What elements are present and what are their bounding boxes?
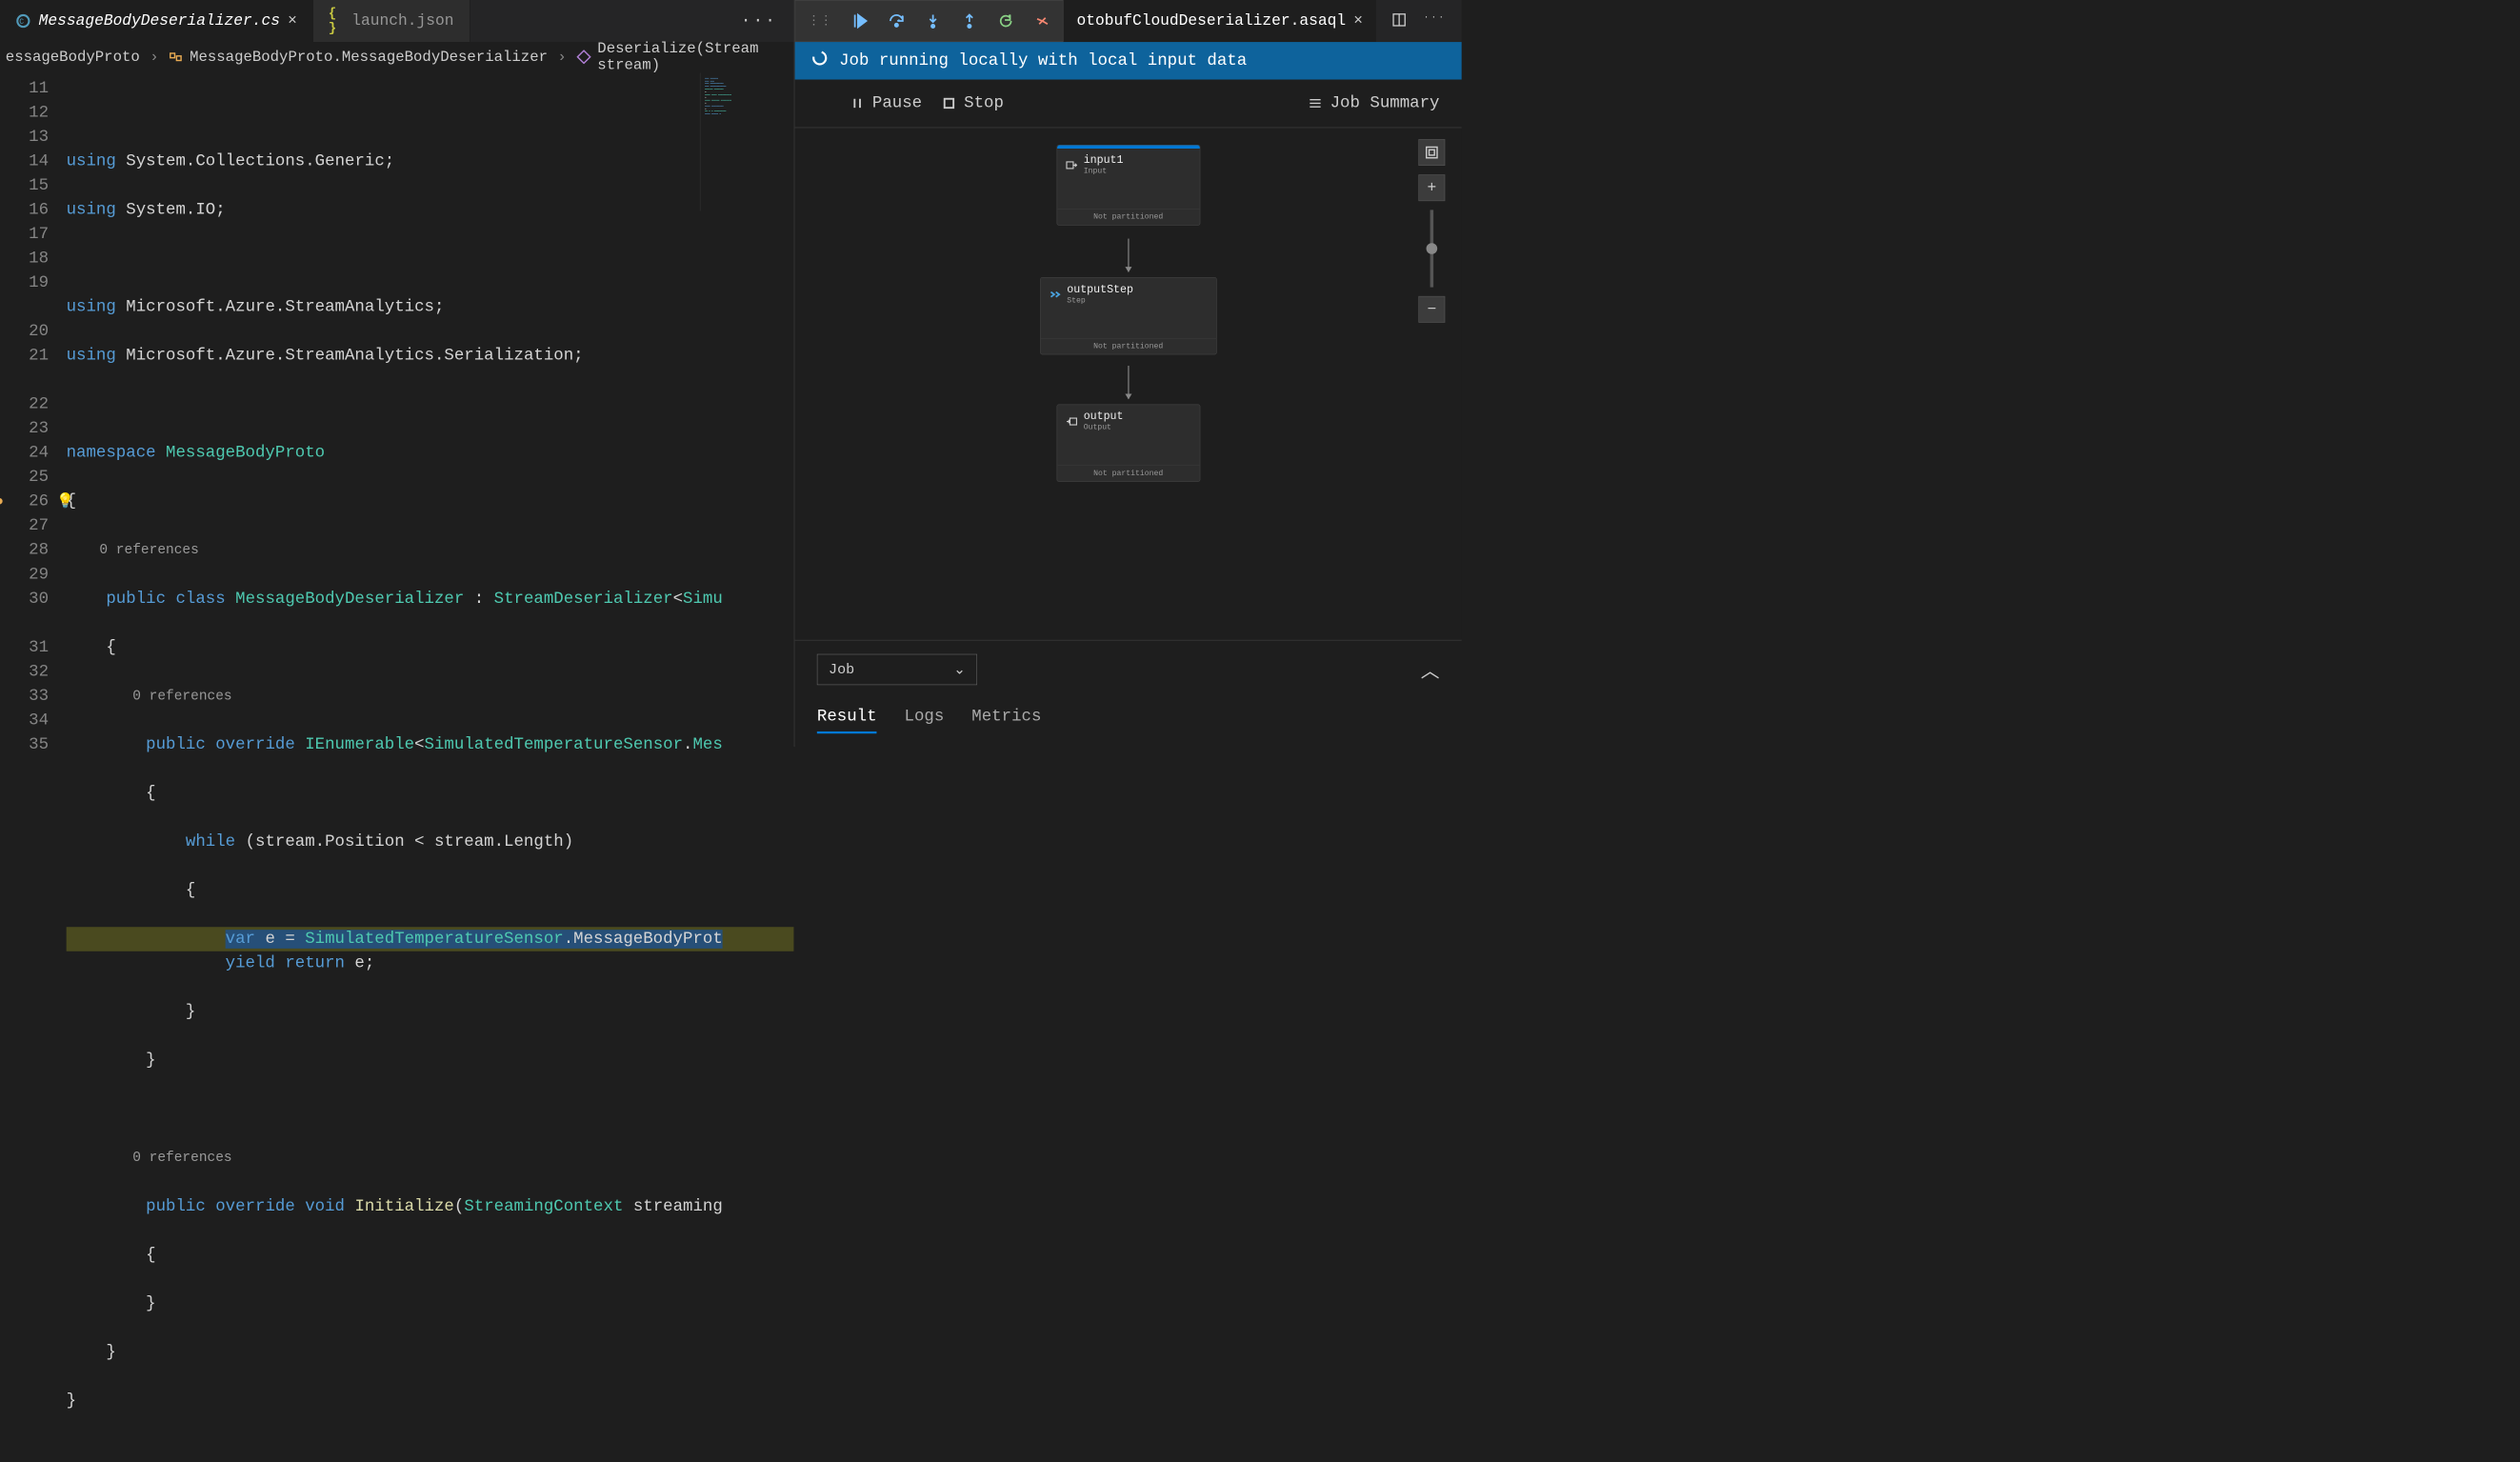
job-summary-button[interactable]: Job Summary [1308, 94, 1439, 113]
tab-launch-json[interactable]: { } launch.json [313, 0, 470, 42]
breadcrumb-segment[interactable]: essageBodyProto [6, 50, 140, 66]
breakpoint-current-icon[interactable]: ◗ [0, 490, 6, 514]
job-diagram[interactable]: input1 Input Not partitioned outputStep … [795, 129, 1462, 640]
status-text: Job running locally with local input dat… [839, 51, 1247, 70]
tab-label: launch.json [351, 12, 453, 30]
status-banner: Job running locally with local input dat… [795, 42, 1462, 79]
disconnect-button[interactable] [1034, 12, 1050, 29]
arrow-icon [1128, 239, 1129, 272]
arrow-icon [1128, 366, 1129, 399]
line-gutter: 111213141516171819 2021 22232425 26 ◗ 💡 … [0, 73, 67, 1462]
method-icon [576, 50, 590, 65]
output-icon [1065, 414, 1078, 428]
chevron-right-icon: › [557, 50, 566, 66]
lightbulb-icon[interactable]: 💡 [56, 490, 74, 514]
zoom-in-button[interactable]: + [1418, 174, 1445, 201]
tab-bar: C MessageBodyDeserializer.cs × { } launc… [0, 0, 794, 42]
stop-button[interactable]: Stop [942, 94, 1004, 113]
tab-asaql-file[interactable]: otobufCloudDeserializer.asaql × [1064, 0, 1376, 42]
tab-label: otobufCloudDeserializer.asaql [1076, 12, 1346, 30]
svg-text:C: C [19, 18, 24, 27]
debug-toolbar: ⋮⋮ [795, 0, 1064, 42]
chevron-down-icon: ⌄ [953, 661, 966, 678]
input-icon [1065, 158, 1078, 171]
breadcrumb-segment[interactable]: Deserialize(Stream stream) [597, 41, 788, 74]
code-editor[interactable]: 111213141516171819 2021 22232425 26 ◗ 💡 … [0, 73, 794, 1462]
more-actions-icon[interactable]: ··· [1424, 11, 1447, 30]
results-panel: Job ⌄ ︿ Result Logs Metrics [795, 640, 1462, 748]
spinner-icon [811, 50, 828, 71]
close-icon[interactable]: × [1353, 12, 1363, 30]
tab-metrics[interactable]: Metrics [971, 707, 1041, 733]
close-icon[interactable]: × [288, 12, 297, 30]
chevron-right-icon: › [150, 50, 158, 66]
code-content[interactable]: using System.Collections.Generic; using … [67, 73, 794, 1462]
tab-result[interactable]: Result [817, 707, 877, 733]
node-output[interactable]: output Output Not partitioned [1056, 405, 1200, 482]
minimap[interactable]: ▬▬▬ ▬▬▬▬▬▬ ▬▬▬ ▬▬▬ ▬▬▬ ▬▬▬▬▬▬▬▬▬▬ ▬▬▬ ▬▬… [700, 73, 794, 211]
continue-button[interactable] [851, 12, 868, 29]
step-out-button[interactable] [961, 12, 977, 29]
tab-label: MessageBodyDeserializer.cs [39, 12, 280, 30]
csharp-file-icon: C [15, 13, 30, 29]
result-tabs: Result Logs Metrics [817, 707, 1440, 733]
split-editor-icon[interactable] [1391, 11, 1407, 30]
editor-pane: C MessageBodyDeserializer.cs × { } launc… [0, 0, 794, 747]
tab-overflow-button[interactable]: ··· [724, 11, 793, 30]
json-file-icon: { } [329, 13, 344, 29]
zoom-out-button[interactable]: − [1418, 296, 1445, 323]
step-into-button[interactable] [925, 12, 941, 29]
pause-button[interactable]: Pause [850, 94, 922, 113]
tab-logs[interactable]: Logs [905, 707, 945, 733]
tab-message-body-deserializer[interactable]: C MessageBodyDeserializer.cs × [0, 0, 313, 42]
zoom-controls: + − [1418, 139, 1445, 323]
job-controls: Pause Stop Job Summary [795, 80, 1462, 129]
zoom-slider[interactable] [1430, 210, 1433, 287]
breadcrumb-segment[interactable]: MessageBodyProto.MessageBodyDeserializer [190, 50, 548, 66]
breadcrumb[interactable]: essageBodyProto › MessageBodyProto.Messa… [0, 42, 794, 72]
step-over-button[interactable] [889, 12, 905, 29]
step-icon [1049, 288, 1062, 301]
drag-handle-icon[interactable]: ⋮⋮ [808, 14, 832, 29]
node-step[interactable]: outputStep Step Not partitioned [1040, 277, 1217, 354]
node-input[interactable]: input1 Input Not partitioned [1056, 145, 1200, 226]
zoom-fit-button[interactable] [1418, 139, 1445, 166]
class-icon [169, 50, 183, 65]
scope-dropdown[interactable]: Job ⌄ [817, 654, 977, 685]
restart-button[interactable] [998, 12, 1014, 29]
chevron-up-icon[interactable]: ︿ [1421, 655, 1440, 683]
job-pane: ⋮⋮ otobufCloudDeserializer.asaql × ··· [794, 0, 1462, 747]
